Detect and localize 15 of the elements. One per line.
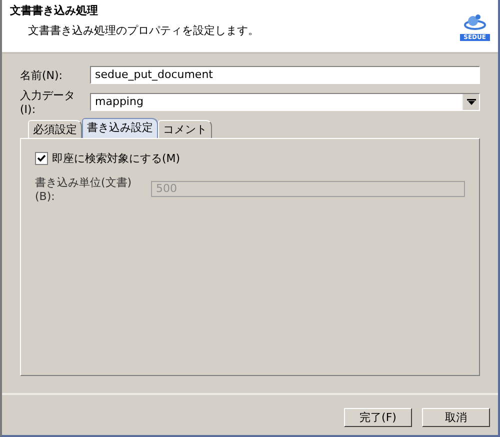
tab[interactable]: 書き込み設定	[82, 118, 158, 138]
field-label: 入力データ(I):	[20, 88, 76, 116]
tab[interactable]: コメント	[158, 120, 212, 138]
field-label: 書き込み単位(文書)(B):	[35, 175, 133, 203]
dropdown[interactable]: mapping	[90, 93, 480, 111]
dialog-description: 文書書き込み処理のプロパティを設定します。	[28, 23, 259, 38]
button[interactable]: 取消	[422, 408, 490, 426]
checkbox-label: 即座に検索対象にする(M)	[52, 151, 180, 166]
input-field[interactable]: sedue_put_document	[90, 66, 480, 84]
dialog-title: 文書書き込み処理	[10, 3, 99, 18]
field-label: 名前(N):	[20, 68, 64, 82]
button[interactable]: 完了(F)	[344, 408, 412, 426]
logo-icon	[462, 14, 487, 32]
checkbox[interactable]	[35, 152, 48, 165]
caret-icon	[466, 99, 476, 105]
